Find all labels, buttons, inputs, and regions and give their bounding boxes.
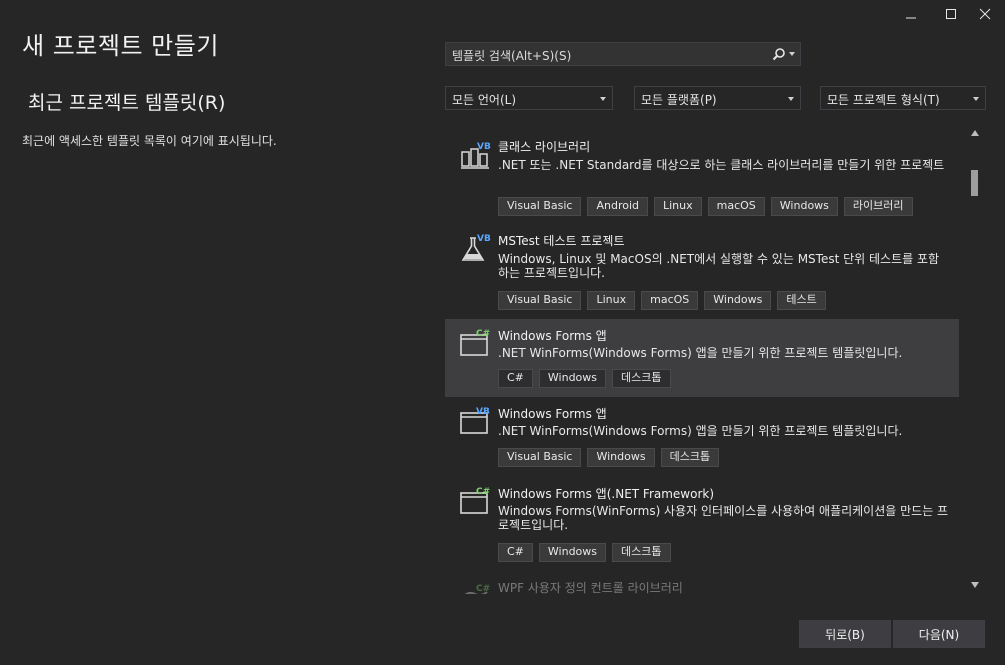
language-filter-value: 모든 언어(L) xyxy=(452,93,517,107)
close-button[interactable] xyxy=(962,0,1005,28)
tag: Linux xyxy=(654,197,702,216)
tag: Visual Basic xyxy=(498,197,582,216)
template-item-winforms-cs[interactable]: C# Windows Forms 앱 .NET WinForms(Windows… xyxy=(445,319,959,397)
template-list[interactable]: VB 클래스 라이브러리 .NET 또는 .NET Standard를 대상으로… xyxy=(445,126,959,594)
platform-filter-value: 모든 플랫폼(P) xyxy=(641,93,717,107)
chevron-down-icon xyxy=(788,97,794,101)
tag: Windows xyxy=(538,369,607,388)
test-flask-icon: VB xyxy=(461,234,491,261)
template-search-box[interactable]: 템플릿 검색(Alt+S)(S) xyxy=(445,42,801,66)
template-description: .NET WinForms(Windows Forms) 앱을 만들기 위한 프… xyxy=(498,346,903,360)
close-icon xyxy=(979,8,991,20)
template-tags: Visual Basic Android Linux macOS Windows… xyxy=(498,197,913,216)
template-name: Windows Forms 앱(.NET Framework) xyxy=(498,487,715,501)
chevron-down-icon xyxy=(973,97,979,101)
tag: Windows xyxy=(587,448,655,467)
windows-form-icon: VB xyxy=(460,407,490,434)
tag: C# xyxy=(498,543,533,562)
template-item-winforms-netfx[interactable]: C# Windows Forms 앱(.NET Framework) Windo… xyxy=(445,477,959,572)
search-icon xyxy=(772,48,785,61)
back-button[interactable]: 뒤로(B) xyxy=(799,620,891,648)
tag: Windows xyxy=(770,197,838,216)
template-tags: C# Windows 데스크톱 xyxy=(498,543,671,562)
template-item-class-library[interactable]: VB 클래스 라이브러리 .NET 또는 .NET Standard를 대상으로… xyxy=(445,126,959,220)
tag: Visual Basic xyxy=(498,448,582,467)
maximize-icon xyxy=(946,9,956,19)
tag: 테스트 xyxy=(777,291,826,310)
svg-text:VB: VB xyxy=(476,407,490,417)
svg-text:C#: C# xyxy=(476,487,490,497)
template-description: .NET WinForms(Windows Forms) 앱을 만들기 위한 프… xyxy=(498,424,903,438)
search-options-button[interactable] xyxy=(768,45,798,63)
tag: 데스크톱 xyxy=(612,369,671,388)
template-name: MSTest 테스트 프로젝트 xyxy=(498,234,625,248)
template-name: WPF 사용자 정의 컨트롤 라이브러리 xyxy=(498,581,683,594)
language-filter-dropdown[interactable]: 모든 언어(L) xyxy=(445,86,613,110)
project-type-filter-value: 모든 프로젝트 형식(T) xyxy=(827,93,940,107)
tag: C# xyxy=(498,369,533,388)
tag: macOS xyxy=(707,197,765,216)
minimize-icon xyxy=(906,17,916,19)
page-title: 새 프로젝트 만들기 xyxy=(22,32,219,60)
recent-templates-heading: 최근 프로젝트 템플릿(R) xyxy=(28,92,226,114)
template-name: 클래스 라이브러리 xyxy=(498,140,591,154)
svg-text:C#: C# xyxy=(476,584,490,594)
tag: 데스크톱 xyxy=(612,543,671,562)
template-name: Windows Forms 앱 xyxy=(498,407,607,421)
windows-form-icon: C# xyxy=(460,487,490,514)
tag: 데스크톱 xyxy=(660,448,720,467)
search-input[interactable]: 템플릿 검색(Alt+S)(S) xyxy=(452,47,571,64)
svg-text:VB: VB xyxy=(477,142,491,152)
tag: Windows xyxy=(538,543,607,562)
svg-text:VB: VB xyxy=(477,234,491,244)
tag: Visual Basic xyxy=(498,291,582,310)
next-button[interactable]: 다음(N) xyxy=(893,620,985,648)
template-name: Windows Forms 앱 xyxy=(498,329,607,343)
chevron-down-icon xyxy=(788,52,795,56)
platform-filter-dropdown[interactable]: 모든 플랫폼(P) xyxy=(634,86,801,110)
template-item-winforms-vb[interactable]: VB Windows Forms 앱 .NET WinForms(Windows… xyxy=(445,397,959,477)
project-type-filter-dropdown[interactable]: 모든 프로젝트 형식(T) xyxy=(820,86,986,110)
tag: 라이브러리 xyxy=(843,197,913,216)
scrollbar-thumb[interactable] xyxy=(971,170,978,196)
tag: Android xyxy=(587,197,648,216)
template-item-mstest[interactable]: VB MSTest 테스트 프로젝트 Windows, Linux 및 MacO… xyxy=(445,220,959,319)
svg-text:C#: C# xyxy=(476,329,490,339)
template-tags: Visual Basic Linux macOS Windows 테스트 xyxy=(498,291,826,310)
wpf-control-icon: C# xyxy=(464,584,490,594)
template-description: .NET 또는 .NET Standard를 대상으로 하는 클래스 라이브러리… xyxy=(498,158,945,172)
template-tags: Visual Basic Windows 데스크톱 xyxy=(498,448,720,467)
scroll-down-arrow-icon[interactable] xyxy=(971,582,979,588)
template-list-scrollbar[interactable] xyxy=(966,126,984,594)
template-description: Windows, Linux 및 MacOS의 .NET에서 실행할 수 있는 … xyxy=(498,252,940,280)
recent-templates-empty-text: 최근에 액세스한 템플릿 목록이 여기에 표시됩니다. xyxy=(22,134,277,148)
class-library-icon: VB xyxy=(461,142,491,169)
tag: Linux xyxy=(587,291,636,310)
tag: Windows xyxy=(704,291,772,310)
tag: macOS xyxy=(641,291,699,310)
template-tags: C# Windows 데스크톱 xyxy=(498,369,671,388)
scroll-up-arrow-icon[interactable] xyxy=(971,130,979,136)
chevron-down-icon xyxy=(600,97,606,101)
template-description: Windows Forms(WinForms) 사용자 인터페이스를 사용하여 … xyxy=(498,504,949,532)
template-item-wpf-control-library[interactable]: C# WPF 사용자 정의 컨트롤 라이브러리 xyxy=(445,572,959,594)
windows-form-icon: C# xyxy=(460,329,490,356)
